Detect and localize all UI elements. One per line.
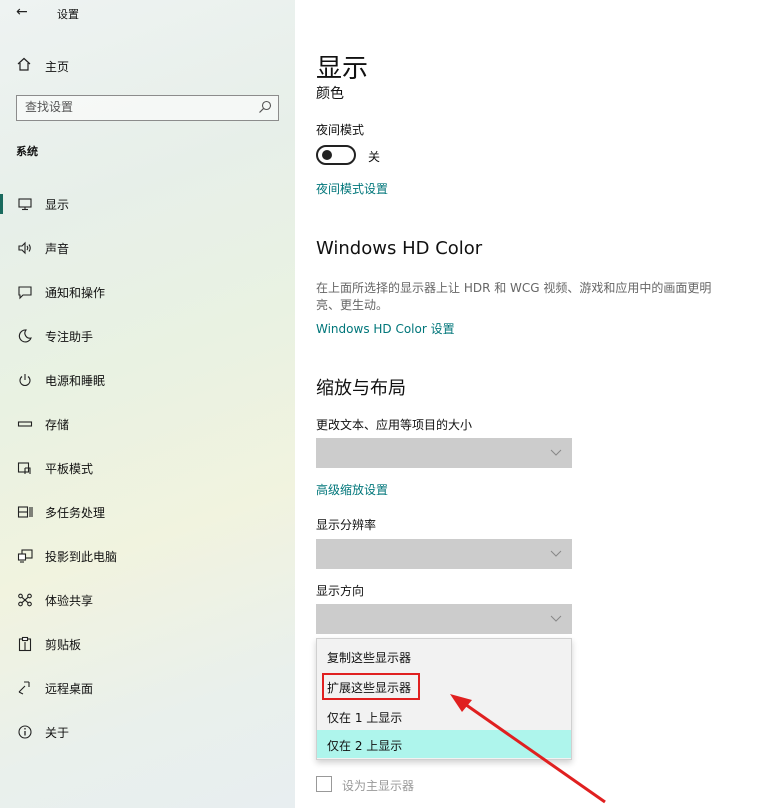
clipboard-icon — [16, 635, 34, 653]
section-label: 系统 — [16, 145, 38, 158]
sidebar-item-label: 关于 — [45, 726, 70, 740]
sidebar-item-label: 平板模式 — [45, 462, 94, 476]
sidebar-item-label: 剪贴板 — [45, 638, 82, 652]
night-light-label: 夜间模式 — [316, 123, 365, 137]
tablet-icon — [16, 459, 34, 477]
orientation-label: 显示方向 — [316, 584, 365, 598]
menu-item-label: 仅在 2 上显示 — [327, 739, 403, 753]
speaker-icon — [16, 239, 34, 257]
sidebar-item-label: 多任务处理 — [45, 506, 106, 520]
monitor-icon — [16, 195, 34, 213]
chevron-down-icon — [550, 615, 562, 622]
storage-icon — [16, 415, 34, 433]
main-content: 显示 颜色 夜间模式 关 夜间模式设置 Windows HD Color 在上面… — [295, 0, 778, 808]
sidebar-item-remote-desktop[interactable]: 远程桌面 — [0, 670, 295, 706]
chevron-down-icon — [550, 550, 562, 557]
hd-color-description: 在上面所选择的显示器上让 HDR 和 WCG 视频、游戏和应用中的画面更明亮、更… — [316, 281, 712, 312]
sidebar-item-label: 远程桌面 — [45, 682, 94, 696]
color-heading: 颜色 — [316, 86, 344, 102]
resolution-dropdown[interactable] — [316, 539, 572, 569]
sidebar-item-display[interactable]: 显示 — [0, 186, 295, 222]
back-arrow-icon[interactable]: ← — [16, 4, 28, 20]
annotation-highlight-box — [322, 673, 420, 700]
primary-display-checkbox[interactable] — [316, 776, 332, 792]
search-box[interactable] — [16, 95, 279, 121]
title-bar: ← 设置 — [0, 0, 295, 28]
orientation-dropdown[interactable] — [316, 604, 572, 634]
sidebar-item-notifications[interactable]: 通知和操作 — [0, 274, 295, 310]
sidebar-item-focus-assist[interactable]: 专注助手 — [0, 318, 295, 354]
menu-item-label: 仅在 1 上显示 — [327, 711, 403, 725]
sidebar-item-sound[interactable]: 声音 — [0, 230, 295, 266]
project-icon — [16, 547, 34, 565]
menu-item-label: 复制这些显示器 — [327, 651, 412, 665]
scale-dropdown[interactable] — [316, 438, 572, 468]
sidebar-item-shared-experiences[interactable]: 体验共享 — [0, 582, 295, 618]
multitask-icon — [16, 503, 34, 521]
sidebar-item-power-sleep[interactable]: 电源和睡眠 — [0, 362, 295, 398]
sidebar-item-label: 电源和睡眠 — [45, 374, 106, 388]
night-light-settings-link[interactable]: 夜间模式设置 — [316, 180, 388, 197]
sidebar-item-multitasking[interactable]: 多任务处理 — [0, 494, 295, 530]
advanced-scaling-link[interactable]: 高级缩放设置 — [316, 481, 388, 498]
sidebar-item-label: 存储 — [45, 418, 70, 432]
night-light-toggle[interactable] — [316, 145, 356, 165]
sidebar-item-label: 专注助手 — [45, 330, 94, 344]
sidebar-item-tablet-mode[interactable]: 平板模式 — [0, 450, 295, 486]
search-icon[interactable] — [258, 100, 272, 114]
sidebar-item-about[interactable]: 关于 — [0, 714, 295, 750]
annotation-arrow — [450, 694, 606, 804]
app-title: 设置 — [57, 8, 79, 21]
primary-display-label: 设为主显示器 — [342, 779, 415, 793]
page-title: 显示 — [316, 54, 369, 84]
search-input[interactable] — [25, 100, 245, 114]
share-icon — [16, 591, 34, 609]
scale-layout-heading: 缩放与布局 — [316, 378, 406, 399]
sidebar-item-label: 声音 — [45, 242, 70, 256]
sidebar-item-label: 通知和操作 — [45, 286, 106, 300]
sidebar-item-clipboard[interactable]: 剪贴板 — [0, 626, 295, 662]
hd-color-heading: Windows HD Color — [316, 238, 483, 259]
toggle-knob — [322, 150, 332, 160]
chevron-down-icon — [550, 449, 562, 456]
menu-item-duplicate[interactable]: 复制这些显示器 — [317, 642, 571, 670]
notification-icon — [16, 283, 34, 301]
scale-label: 更改文本、应用等项目的大小 — [316, 418, 473, 432]
sidebar-item-home[interactable]: 主页 — [0, 54, 295, 78]
sidebar-item-label: 体验共享 — [45, 594, 94, 608]
sidebar-item-label: 主页 — [45, 60, 70, 74]
moon-icon — [16, 327, 34, 345]
resolution-label: 显示分辨率 — [316, 518, 377, 532]
sidebar-item-label: 投影到此电脑 — [45, 550, 118, 564]
home-icon — [17, 57, 31, 71]
sidebar: ← 设置 主页 系统 显示 声音 通知和操作 — [0, 0, 295, 808]
hd-color-settings-link[interactable]: Windows HD Color 设置 — [316, 320, 455, 337]
info-icon — [16, 723, 34, 741]
sidebar-item-label: 显示 — [45, 198, 70, 212]
night-light-state: 关 — [368, 150, 381, 164]
power-icon — [16, 371, 34, 389]
sidebar-item-storage[interactable]: 存储 — [0, 406, 295, 442]
sidebar-item-project[interactable]: 投影到此电脑 — [0, 538, 295, 574]
remote-icon — [16, 679, 34, 697]
